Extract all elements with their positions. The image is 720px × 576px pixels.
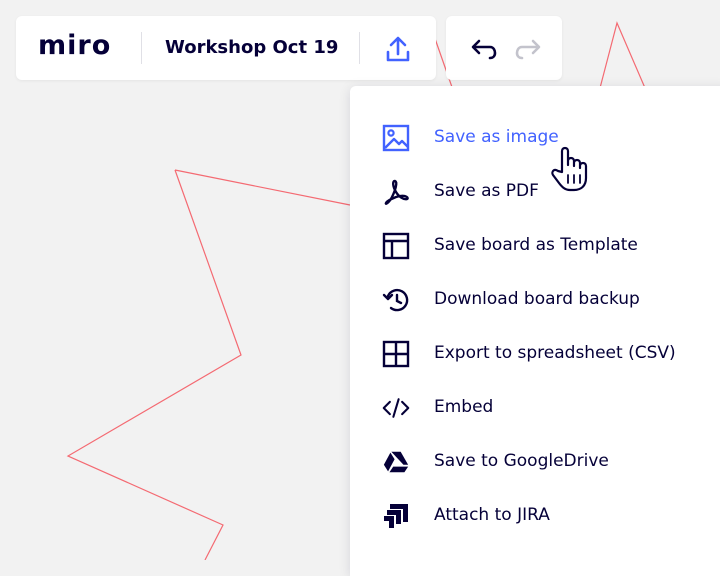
jira-icon bbox=[382, 502, 410, 530]
template-icon bbox=[382, 232, 410, 260]
undo-button[interactable] bbox=[468, 36, 498, 62]
menu-item-label: Save as image bbox=[434, 127, 559, 147]
menu-item-save-template[interactable]: Save board as Template bbox=[350, 223, 720, 269]
toolbar-divider bbox=[141, 32, 142, 64]
history-toolbar bbox=[446, 16, 562, 80]
board-title[interactable]: Workshop Oct 19 bbox=[165, 37, 338, 58]
menu-item-save-pdf[interactable]: Save as PDF bbox=[350, 169, 720, 215]
redo-icon bbox=[515, 39, 541, 60]
export-button[interactable] bbox=[382, 34, 414, 64]
menu-item-download-backup[interactable]: Download board backup bbox=[350, 277, 720, 323]
backup-icon bbox=[382, 286, 410, 314]
image-icon bbox=[382, 124, 410, 152]
board-toolbar: miro Workshop Oct 19 bbox=[16, 16, 436, 80]
upload-icon bbox=[386, 36, 410, 62]
menu-item-attach-jira[interactable]: Attach to JIRA bbox=[350, 493, 720, 539]
google-drive-icon bbox=[382, 448, 410, 476]
menu-item-label: Embed bbox=[434, 397, 494, 417]
redo-button[interactable] bbox=[514, 36, 544, 62]
menu-item-save-image[interactable]: Save as image bbox=[350, 115, 720, 161]
undo-icon bbox=[471, 39, 497, 60]
hand-cursor-icon bbox=[551, 146, 588, 192]
code-icon bbox=[382, 394, 410, 422]
menu-item-google-drive[interactable]: Save to GoogleDrive bbox=[350, 439, 720, 485]
pdf-icon bbox=[382, 178, 410, 206]
menu-item-label: Save to GoogleDrive bbox=[434, 451, 609, 471]
menu-item-label: Save as PDF bbox=[434, 181, 539, 201]
menu-item-label: Export to spreadsheet (CSV) bbox=[434, 343, 676, 363]
menu-item-label: Download board backup bbox=[434, 289, 640, 309]
spreadsheet-icon bbox=[382, 340, 410, 368]
menu-item-embed[interactable]: Embed bbox=[350, 385, 720, 431]
toolbar-divider bbox=[359, 32, 360, 64]
menu-item-label: Save board as Template bbox=[434, 235, 638, 255]
export-menu: Save as image Save as PDF Save board as … bbox=[350, 86, 720, 576]
miro-logo[interactable]: miro bbox=[38, 30, 111, 61]
menu-item-label: Attach to JIRA bbox=[434, 505, 550, 525]
menu-item-export-csv[interactable]: Export to spreadsheet (CSV) bbox=[350, 331, 720, 377]
